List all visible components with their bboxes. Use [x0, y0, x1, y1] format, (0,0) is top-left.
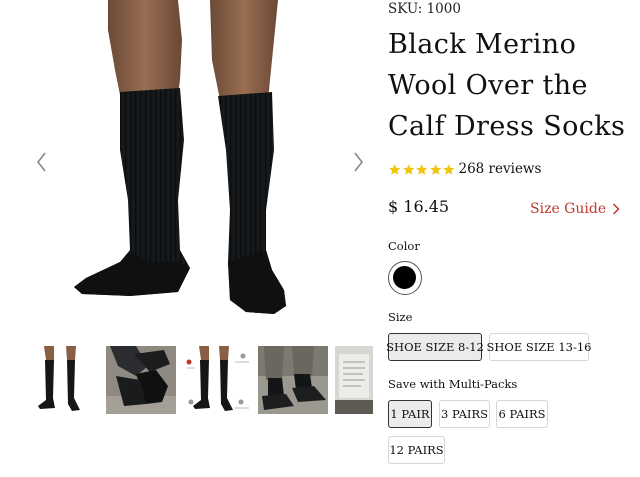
model-legs-image: [74, 0, 286, 314]
thumbnail-dress-shoes[interactable]: [106, 346, 176, 414]
chevron-left-icon: [36, 152, 46, 172]
chevron-right-icon: [613, 203, 620, 215]
chevron-right-icon: [354, 152, 364, 172]
main-product-image[interactable]: [60, 0, 320, 330]
star-icon: [389, 163, 401, 175]
product-price: $ 16.45: [388, 197, 450, 216]
size-guide-label: Size Guide: [530, 201, 607, 217]
star-icon: [429, 163, 441, 175]
pack-option-3[interactable]: 3 PAIRS: [439, 400, 490, 428]
thumbnail-packaging[interactable]: [335, 346, 373, 414]
star-rating: [388, 163, 456, 176]
color-label: Color: [388, 239, 420, 253]
size-option-8-12[interactable]: SHOE SIZE 8-12: [386, 333, 484, 361]
size-option-13-16[interactable]: SHOE SIZE 13-16: [487, 333, 592, 361]
product-title: Black Merino Wool Over the Calf Dress So…: [388, 29, 626, 142]
product-gallery: [0, 0, 380, 340]
size-guide-link[interactable]: Size Guide: [530, 201, 620, 217]
gallery-next-button[interactable]: [348, 148, 368, 176]
reviews-link[interactable]: 268 reviews: [459, 161, 542, 177]
size-label: Size: [388, 310, 413, 324]
star-icon: [416, 163, 428, 175]
pack-option-1[interactable]: 1 PAIR: [388, 400, 432, 428]
pack-option-12[interactable]: 12 PAIRS: [388, 436, 445, 464]
swatch-fill: [393, 266, 416, 289]
sku-label: SKU: 1000: [388, 1, 461, 17]
star-icon: [402, 163, 414, 175]
color-swatch-black[interactable]: [388, 261, 422, 295]
thumbnail-features-diagram[interactable]: [183, 346, 251, 414]
multipack-label: Save with Multi-Packs: [388, 377, 518, 391]
pack-option-6[interactable]: 6 PAIRS: [496, 400, 548, 428]
rating-row: 268 reviews: [388, 159, 541, 179]
gallery-prev-button[interactable]: [32, 148, 52, 176]
thumbnail-trousers-shoes[interactable]: [258, 346, 328, 414]
thumbnail-legs-front[interactable]: [30, 346, 94, 414]
star-icon: [443, 163, 455, 175]
thumbnail-strip: [0, 344, 380, 418]
